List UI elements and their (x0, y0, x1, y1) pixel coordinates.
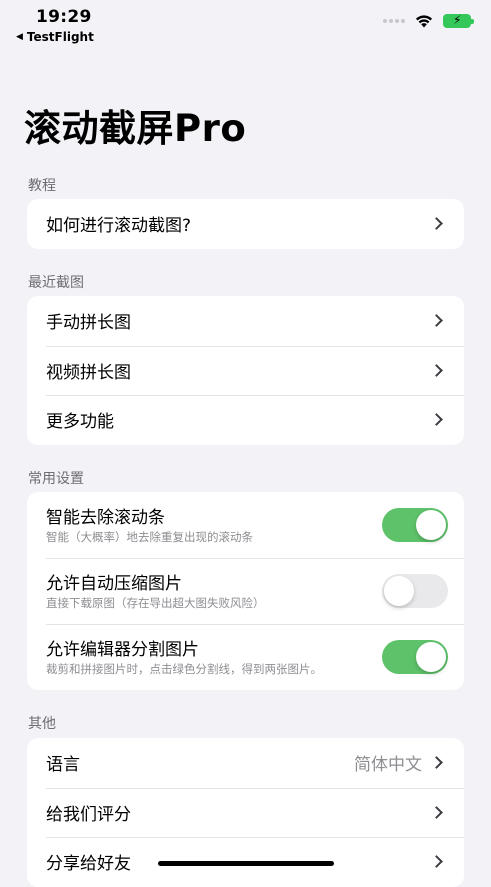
status-bar: 19:29 ◀ TestFlight ⚡ (0, 0, 491, 50)
chevron-right-icon (430, 855, 443, 869)
row-label: 如何进行滚动截图? (46, 216, 192, 237)
settings-group: 智能去除滚动条 智能（大概率）地去除重复出现的滚动条 允许自动压缩图片 直接下载… (27, 492, 464, 690)
chevron-right-icon (430, 363, 443, 377)
row-manual-stitch[interactable]: 手动拼长图 (27, 296, 464, 346)
remove-scrollbar-toggle[interactable] (382, 508, 448, 542)
chevron-right-icon (430, 413, 443, 427)
setting-title: 智能去除滚动条 (46, 507, 165, 528)
row-rate-us[interactable]: 给我们评分 (27, 787, 464, 838)
back-app-label: TestFlight (26, 30, 94, 44)
back-to-app-button[interactable]: ◀ TestFlight (16, 30, 94, 44)
chevron-right-icon (430, 314, 443, 328)
home-indicator[interactable] (158, 861, 334, 866)
row-label: 手动拼长图 (46, 313, 131, 334)
section-header-settings: 常用设置 (28, 471, 84, 487)
setting-description: 裁剪和拼接图片时，点击绿色分割线，得到两张图片。 (46, 661, 322, 676)
setting-title: 允许自动压缩图片 (46, 573, 182, 594)
setting-description: 智能（大概率）地去除重复出现的滚动条 (46, 529, 253, 544)
battery-charging-icon: ⚡ (443, 13, 474, 28)
cellular-signal-icon (383, 19, 405, 23)
section-header-recent: 最近截图 (28, 275, 84, 291)
page-title: 滚动截屏Pro (24, 107, 247, 150)
setting-editor-split: 允许编辑器分割图片 裁剪和拼接图片时，点击绿色分割线，得到两张图片。 (27, 624, 464, 690)
wifi-icon (416, 15, 432, 28)
section-header-tutorial: 教程 (28, 178, 56, 194)
back-triangle-icon: ◀ (16, 32, 23, 42)
setting-title: 允许编辑器分割图片 (46, 639, 199, 660)
setting-remove-scrollbar: 智能去除滚动条 智能（大概率）地去除重复出现的滚动条 (27, 492, 464, 558)
recent-group: 手动拼长图 视频拼长图 更多功能 (27, 296, 464, 445)
row-label: 更多功能 (46, 412, 114, 433)
tutorial-group: 如何进行滚动截图? (27, 199, 464, 249)
section-header-other: 其他 (28, 716, 56, 732)
status-time: 19:29 (36, 7, 92, 27)
row-label: 给我们评分 (46, 804, 131, 825)
row-video-stitch[interactable]: 视频拼长图 (27, 345, 464, 396)
status-icons: ⚡ (383, 13, 474, 28)
language-value: 简体中文 (354, 755, 422, 776)
setting-description: 直接下载原图（存在导出超大图失败风险） (46, 595, 265, 610)
chevron-right-icon (430, 217, 443, 231)
setting-auto-compress: 允许自动压缩图片 直接下载原图（存在导出超大图失败风险） (27, 558, 464, 624)
chevron-right-icon (430, 805, 443, 819)
row-how-to-scroll-screenshot[interactable]: 如何进行滚动截图? (27, 199, 464, 249)
row-label: 语言 (46, 755, 80, 776)
auto-compress-toggle[interactable] (382, 574, 448, 608)
editor-split-toggle[interactable] (382, 640, 448, 674)
row-label: 视频拼长图 (46, 362, 131, 383)
row-language[interactable]: 语言 简体中文 (27, 738, 464, 788)
chevron-right-icon (430, 756, 443, 770)
row-more-features[interactable]: 更多功能 (27, 395, 464, 445)
